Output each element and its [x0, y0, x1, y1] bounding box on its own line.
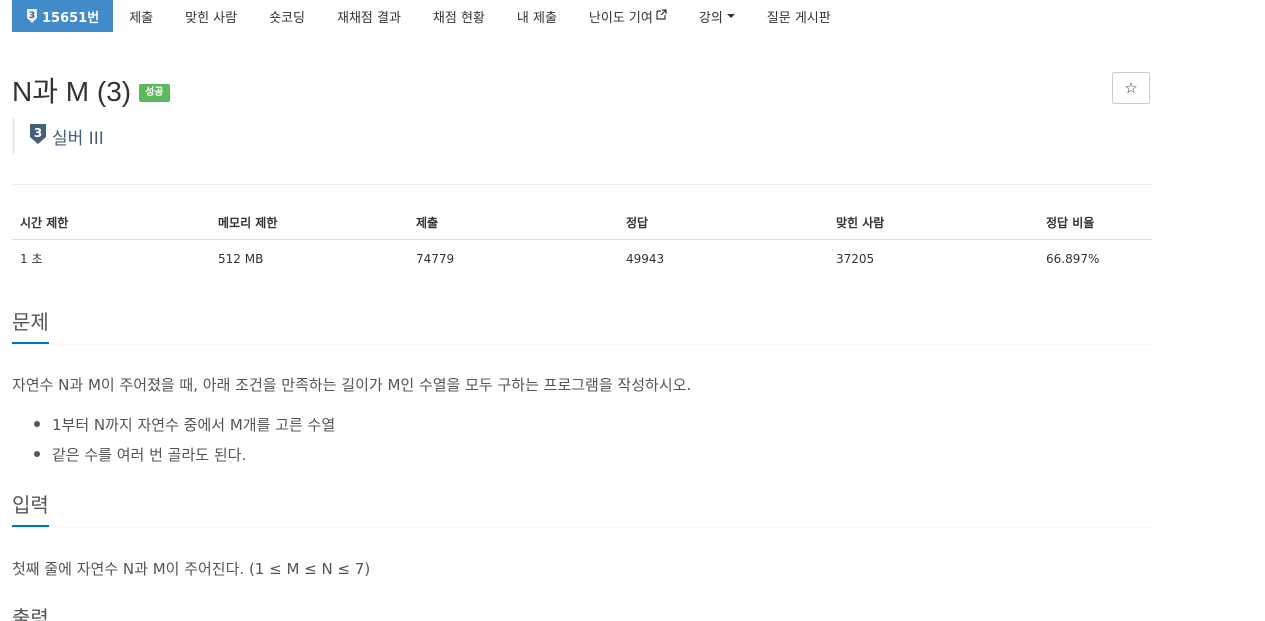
external-link-icon: [656, 9, 667, 23]
tier-label: 실버 III: [52, 128, 104, 149]
memory-limit-value: 512 MB: [218, 251, 264, 266]
problem-section-title: 문제: [12, 310, 49, 344]
condition-list: 1부터 N까지 자연수 중에서 M개를 고른 수열 같은 수를 여러 번 골라도…: [12, 409, 335, 469]
nav-solvers[interactable]: 맞힌 사람: [169, 0, 253, 32]
nav-my-submissions-label: 내 제출: [516, 10, 557, 26]
solvers-value: 37205: [836, 251, 875, 266]
problem-title: N과 M (3): [12, 76, 132, 107]
silver-tier-icon: 3: [29, 123, 47, 149]
nav-question-board[interactable]: 질문 게시판: [751, 0, 847, 32]
nav-difficulty-label: 난이도 기여: [588, 10, 653, 26]
nav-solvers-label: 맞힌 사람: [185, 10, 238, 26]
output-section-title: 출력: [12, 606, 49, 621]
condition-text: 1부터 N까지 자연수 중에서 M개를 고른 수열: [52, 415, 336, 434]
svg-text:3: 3: [29, 11, 35, 21]
caret-down-icon: [726, 14, 735, 18]
bullet-dot: [34, 451, 40, 457]
nav-rejudge[interactable]: 재채점 결과: [321, 0, 417, 32]
nav-submit-label: 제출: [129, 10, 154, 26]
nav-problem-number[interactable]: 3 15651번: [12, 0, 114, 32]
list-item: 1부터 N까지 자연수 중에서 M개를 고른 수열: [12, 409, 335, 439]
header-time-limit: 시간 제한: [12, 204, 210, 240]
problem-menu: 3 15651번 제출 맞힌 사람 숏코딩 재채점 결과 채점 현황 내 제출 …: [12, 0, 847, 32]
bullet-dot: [34, 421, 40, 427]
header-accepted: 정답: [618, 204, 828, 240]
nav-rejudge-label: 재채점 결과: [336, 10, 401, 26]
header-solvers: 맞힌 사람: [828, 204, 1038, 240]
input-description: 첫째 줄에 자연수 N과 M이 주어진다. (1 ≤ M ≤ N ≤ 7): [12, 560, 371, 578]
accepted-value: 49943: [626, 251, 665, 266]
header-accept-ratio: 정답 비율: [1038, 204, 1152, 240]
svg-text:3: 3: [34, 126, 42, 140]
header-memory-limit: 메모리 제한: [210, 204, 408, 240]
divider: [12, 184, 1152, 185]
accept-ratio-value: 66.897%: [1046, 251, 1100, 266]
output-section-header: 출력: [12, 606, 1152, 621]
favorite-star-button[interactable]: ☆: [1112, 72, 1150, 104]
problem-title-row: N과 M (3) 성공: [12, 70, 170, 110]
problem-section-header: 문제: [12, 310, 1152, 345]
list-item: 같은 수를 여러 번 골라도 된다.: [12, 439, 335, 469]
nav-my-submissions[interactable]: 내 제출: [501, 0, 573, 32]
nav-submit[interactable]: 제출: [113, 0, 169, 32]
nav-status[interactable]: 채점 현황: [417, 0, 501, 32]
submissions-value: 74779: [416, 251, 455, 266]
nav-difficulty-contribution[interactable]: 난이도 기여: [573, 0, 683, 32]
input-section-header: 입력: [12, 493, 1152, 528]
nav-problem-number-label: 15651번: [42, 10, 100, 26]
input-section-title: 입력: [12, 493, 49, 527]
problem-info-table: 시간 제한 메모리 제한 제출 정답 맞힌 사람 정답 비율 1 초 512 M…: [12, 204, 1152, 277]
tier-block: 3 실버 III: [12, 118, 104, 154]
nav-question-board-label: 질문 게시판: [766, 10, 831, 26]
nav-lectures-label: 강의: [698, 10, 723, 26]
status-badge: 성공: [139, 84, 170, 102]
condition-text: 같은 수를 여러 번 골라도 된다.: [52, 445, 247, 464]
nav-status-label: 채점 현황: [432, 10, 485, 26]
silver-tier-icon: 3: [26, 9, 38, 23]
time-limit-value: 1 초: [20, 252, 43, 266]
problem-description: 자연수 N과 M이 주어졌을 때, 아래 조건을 만족하는 길이가 M인 수열을…: [12, 376, 692, 394]
nav-short-coding-label: 숏코딩: [269, 10, 305, 26]
table-row: 1 초 512 MB 74779 49943 37205 66.897%: [12, 240, 1152, 278]
header-submissions: 제출: [408, 204, 618, 240]
page: 3 15651번 제출 맞힌 사람 숏코딩 재채점 결과 채점 현황 내 제출 …: [0, 0, 1265, 621]
nav-short-coding[interactable]: 숏코딩: [253, 0, 321, 32]
star-icon: ☆: [1124, 79, 1138, 97]
table-header-row: 시간 제한 메모리 제한 제출 정답 맞힌 사람 정답 비율: [12, 204, 1152, 240]
nav-lectures-dropdown[interactable]: 강의: [683, 0, 751, 32]
